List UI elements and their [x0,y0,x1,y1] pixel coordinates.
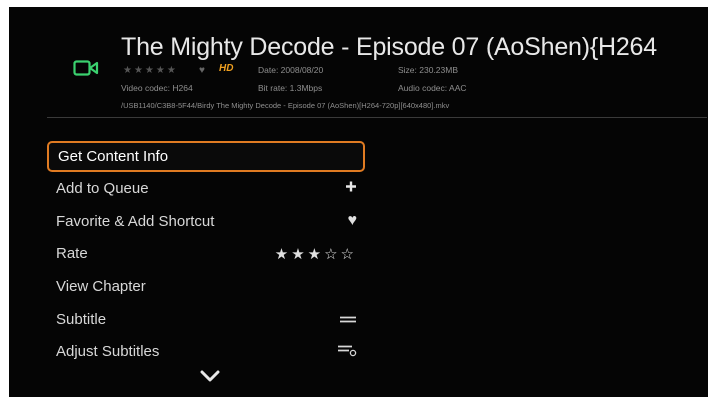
menu-item-label: Subtitle [56,310,107,328]
menu-item-add-to-queue[interactable]: Add to Queue [47,172,365,205]
hd-badge: HD [219,63,234,74]
bit-rate-info: Bit rate: 1.3Mbps [258,83,323,93]
menu-item-view-chapter[interactable]: View Chapter [47,270,365,303]
heart-icon: ♥ [347,212,358,230]
menu-item-label: Adjust Subtitles [56,343,160,361]
chevron-down-icon[interactable] [199,369,221,383]
menu-item-favorite-add-shortcut[interactable]: Favorite & Add Shortcut ♥ [47,205,365,238]
rating-stars: ★★★★★ [123,65,178,76]
content-header: The Mighty Decode - Episode 07 (AoShen){… [9,7,708,119]
menu-item-label: Add to Queue [56,179,149,197]
menu-item-label: View Chapter [56,277,146,295]
options-menu: Get Content Info Add to Queue Favorite &… [47,141,365,368]
plus-icon [345,180,357,197]
file-path: /USB1140/C3B8-5F44/Birdy The Mighty Deco… [121,101,450,110]
menu-item-subtitle[interactable]: Subtitle [47,303,365,336]
header-divider [47,117,707,118]
video-icon [73,60,99,76]
media-screen: The Mighty Decode - Episode 07 (AoShen){… [9,7,708,397]
favorite-heart-icon: ♥ [199,65,205,76]
date-info: Date: 2008/08/20 [258,65,324,75]
menu-item-label: Get Content Info [58,148,169,165]
audio-codec-info: Audio codec: AAC [398,83,467,93]
menu-item-adjust-subtitles[interactable]: Adjust Subtitles [47,335,365,368]
menu-item-get-content-info[interactable]: Get Content Info [47,141,365,172]
adjust-subtitle-icon [337,343,357,360]
content-title: The Mighty Decode - Episode 07 (AoShen){… [121,33,657,61]
menu-item-label: Rate [56,245,88,263]
size-info: Size: 230.23MB [398,65,459,75]
rate-stars-control[interactable]: ★★★☆☆ [275,245,357,263]
subtitle-icon [339,311,357,328]
menu-item-rate[interactable]: Rate ★★★☆☆ [47,237,365,270]
menu-item-label: Favorite & Add Shortcut [56,212,215,230]
video-codec-info: Video codec: H264 [121,83,193,93]
